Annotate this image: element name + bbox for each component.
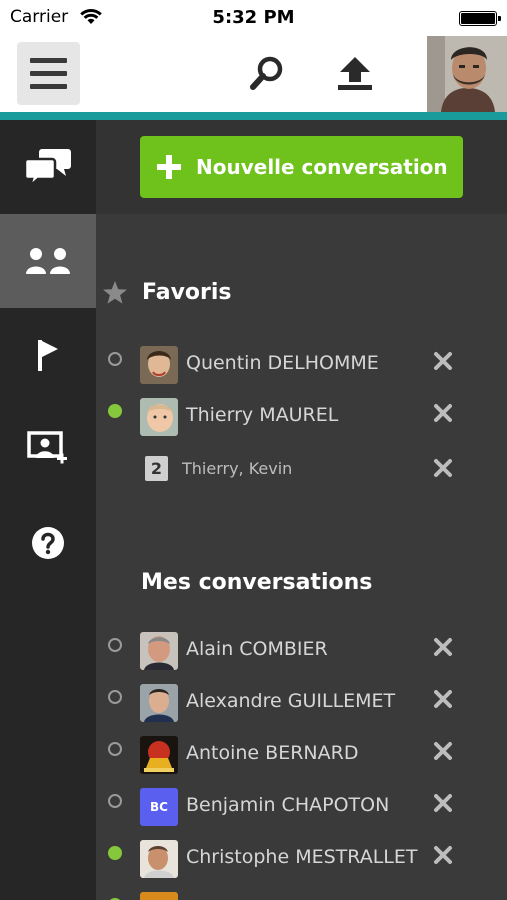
status-online-indicator	[108, 404, 122, 418]
rail-item-screen-share[interactable]	[0, 402, 96, 496]
contact-name: Antoine BERNARD	[186, 742, 359, 764]
hamburger-icon	[30, 58, 67, 63]
list-item[interactable]: Quentin DELHOMME	[96, 338, 507, 390]
new-conversation-button[interactable]: Nouvelle conversation	[140, 136, 463, 198]
profile-photo	[427, 36, 507, 112]
group-count-badge: 2	[145, 456, 168, 481]
favorites-title: Favoris	[142, 280, 232, 305]
contact-name: Alain COMBIER	[186, 638, 328, 660]
avatar: BC	[140, 788, 178, 826]
conversations-title: Mes conversations	[141, 570, 373, 595]
upload-icon[interactable]	[335, 54, 375, 94]
clock: 5:32 PM	[212, 7, 295, 28]
status-offline-indicator	[108, 794, 122, 808]
close-icon[interactable]	[432, 740, 454, 762]
screen-share-icon	[27, 431, 67, 464]
conversations-icon	[24, 149, 71, 187]
flag-icon	[38, 340, 58, 371]
hamburger-icon-bar	[30, 71, 67, 76]
battery-icon	[459, 11, 501, 26]
status-offline-indicator	[108, 638, 122, 652]
new-conversation-label: Nouvelle conversation	[196, 155, 448, 179]
rail-item-contacts[interactable]	[0, 214, 96, 308]
app-header	[0, 36, 507, 112]
list-item[interactable]: BC Benjamin CHAPOTON	[96, 780, 507, 832]
plus-icon	[157, 155, 181, 179]
list-item[interactable]: Thierry MAUREL	[96, 390, 507, 442]
status-offline-indicator	[108, 352, 122, 366]
group-conversation-item[interactable]: 2 Thierry, Kevin	[96, 442, 507, 494]
status-online-indicator	[108, 846, 122, 860]
close-icon[interactable]	[432, 844, 454, 866]
avatar	[140, 684, 178, 722]
conversation-panel: Nouvelle conversation Favoris Quentin DE…	[96, 120, 507, 900]
list-item[interactable]: Alexandre GUILLEMET	[96, 676, 507, 728]
close-icon[interactable]	[432, 457, 454, 479]
menu-button[interactable]	[17, 42, 80, 105]
star-icon	[103, 281, 127, 304]
avatar	[140, 346, 178, 384]
rail-item-conversations[interactable]	[0, 120, 96, 214]
avatar	[140, 892, 178, 900]
close-icon[interactable]	[432, 688, 454, 710]
user-avatar[interactable]	[427, 36, 507, 112]
status-offline-indicator	[108, 690, 122, 704]
group-members: Thierry, Kevin	[182, 459, 293, 478]
rail-item-help[interactable]	[0, 496, 96, 590]
close-icon[interactable]	[432, 402, 454, 424]
status-bar: Carrier 5:32 PM	[0, 0, 507, 36]
rail-item-flag[interactable]	[0, 308, 96, 402]
status-offline-indicator	[108, 742, 122, 756]
contact-name: Christophe MESTRALLET	[186, 846, 418, 868]
close-icon[interactable]	[432, 792, 454, 814]
list-item[interactable]	[96, 884, 507, 900]
list-item[interactable]: Antoine BERNARD	[96, 728, 507, 780]
avatar	[140, 632, 178, 670]
contact-name: Quentin DELHOMME	[186, 352, 379, 374]
search-icon[interactable]	[248, 54, 288, 94]
list-item[interactable]: Alain COMBIER	[96, 624, 507, 676]
hamburger-icon-bar	[30, 84, 67, 89]
avatar	[140, 398, 178, 436]
help-icon	[32, 527, 64, 559]
side-rail	[0, 120, 96, 900]
contacts-icon	[26, 248, 70, 274]
avatar	[140, 736, 178, 774]
avatar	[140, 840, 178, 878]
close-icon[interactable]	[432, 636, 454, 658]
contact-name: Benjamin CHAPOTON	[186, 794, 390, 816]
header-divider	[0, 112, 507, 120]
contact-name: Alexandre GUILLEMET	[186, 690, 396, 712]
contact-name: Thierry MAUREL	[186, 404, 339, 426]
panel-header: Nouvelle conversation	[96, 120, 507, 214]
list-item[interactable]: Christophe MESTRALLET	[96, 832, 507, 884]
close-icon[interactable]	[432, 350, 454, 372]
